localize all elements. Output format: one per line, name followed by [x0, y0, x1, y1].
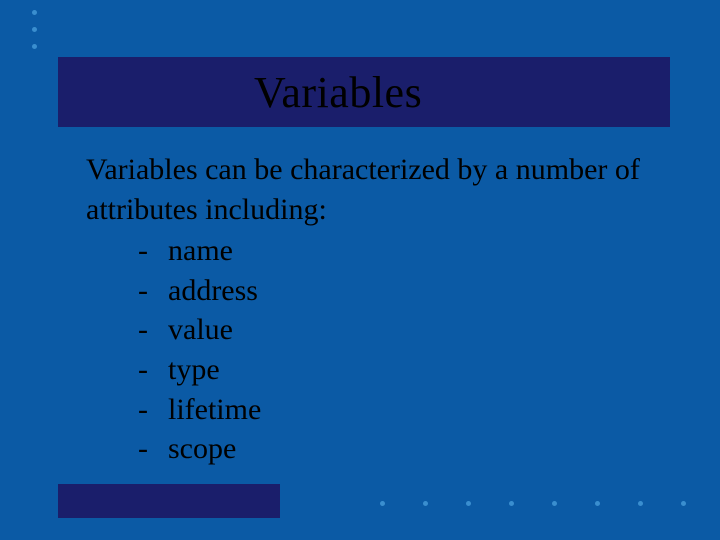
slide-body: Variables can be characterized by a numb…	[86, 150, 646, 469]
attribute-list: -name -address -value -type -lifetime -s…	[86, 231, 646, 469]
decorative-dots-bottom	[380, 501, 720, 506]
list-item: -value	[138, 310, 646, 350]
decorative-bottom-bar	[58, 484, 280, 518]
title-bar: Variables	[58, 57, 670, 127]
list-item: -type	[138, 350, 646, 390]
slide-title: Variables	[254, 67, 422, 118]
decorative-dots-top-left	[32, 10, 37, 61]
list-item: -name	[138, 231, 646, 271]
list-item: -scope	[138, 429, 646, 469]
list-item: -address	[138, 271, 646, 311]
list-item: -lifetime	[138, 390, 646, 430]
intro-paragraph: Variables can be characterized by a numb…	[86, 150, 646, 229]
